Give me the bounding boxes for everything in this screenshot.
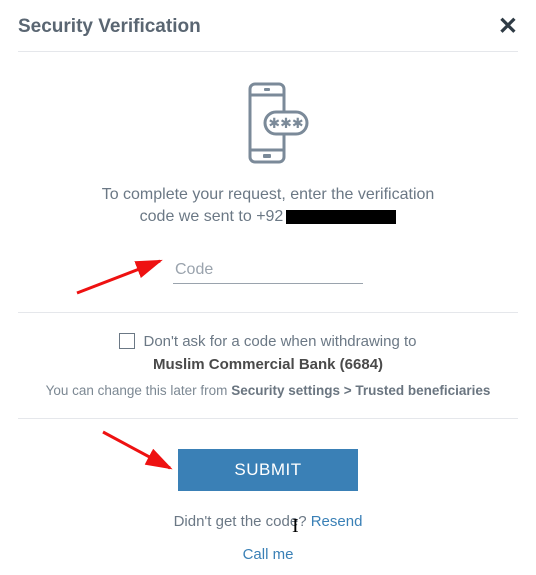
settings-path: Security settings > Trusted beneficiarie… xyxy=(231,383,490,398)
instruction-text: To complete your request, enter the veri… xyxy=(18,184,518,229)
security-verification-modal: Security Verification ✕ ✱✱✱ To complete … xyxy=(0,0,536,563)
resend-link[interactable]: Resend xyxy=(311,513,363,530)
instruction-line1: To complete your request, enter the veri… xyxy=(58,184,478,206)
phone-sms-icon: ✱✱✱ xyxy=(18,80,518,166)
divider xyxy=(18,312,518,313)
resend-prompt: Didn't get the code? xyxy=(174,513,311,530)
bank-name: Muslim Commercial Bank (6684) xyxy=(18,356,518,373)
modal-title: Security Verification xyxy=(18,16,201,38)
settings-note: You can change this later from Security … xyxy=(18,383,518,398)
code-input[interactable] xyxy=(173,257,363,284)
svg-text:✱✱✱: ✱✱✱ xyxy=(268,115,303,131)
code-field-row xyxy=(18,257,518,284)
resend-row: Didn't get the code? Resend xyxy=(18,513,518,530)
dont-ask-label: Don't ask for a code when withdrawing to xyxy=(143,333,416,350)
submit-button[interactable]: SUBMIT xyxy=(178,449,358,491)
call-me-row: Call me xyxy=(18,546,518,563)
phone-number-redacted xyxy=(286,210,396,224)
submit-row: SUBMIT xyxy=(18,449,518,491)
dont-ask-checkbox[interactable] xyxy=(119,333,135,349)
dont-ask-row: Don't ask for a code when withdrawing to xyxy=(18,333,518,350)
instruction-line2: code we sent to +92 xyxy=(58,206,478,228)
phone-prefix: +92 xyxy=(256,208,283,225)
call-me-link[interactable]: Call me xyxy=(243,546,294,563)
close-icon[interactable]: ✕ xyxy=(498,12,518,41)
modal-header: Security Verification ✕ xyxy=(18,12,518,52)
divider-2 xyxy=(18,418,518,419)
